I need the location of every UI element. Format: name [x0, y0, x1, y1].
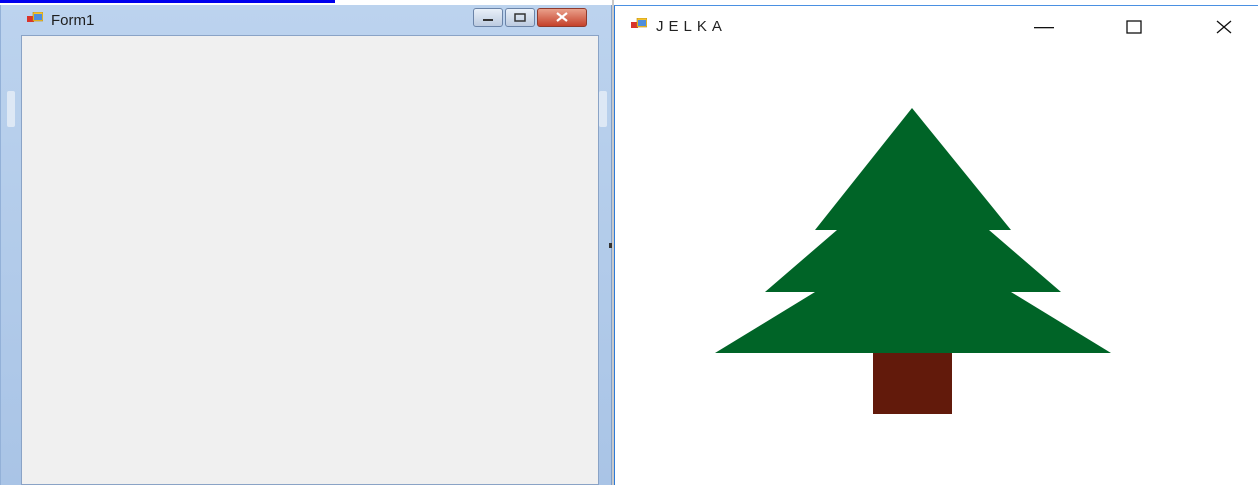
left-edge-handle [7, 91, 15, 127]
app-icon [27, 12, 43, 22]
minimize-icon [483, 9, 493, 27]
divider-marker [609, 243, 612, 248]
close-button[interactable] [1201, 12, 1247, 42]
app-icon [631, 18, 647, 28]
form1-titlebar[interactable]: Form1 [1, 5, 611, 35]
maximize-button[interactable] [505, 8, 535, 27]
right-edge-handle [599, 91, 607, 127]
minimize-icon [1034, 27, 1054, 29]
maximize-icon [1126, 20, 1142, 34]
form1-window: Form1 [0, 5, 612, 485]
minimize-button[interactable] [1021, 12, 1067, 42]
window-title: JELKA [656, 18, 727, 35]
form1-client-area[interactable] [21, 35, 599, 485]
tree-trunk [873, 352, 952, 414]
tree-bottom-tier [715, 292, 1111, 353]
close-button[interactable] [537, 8, 587, 27]
window-title: Form1 [51, 12, 95, 29]
minimize-button[interactable] [473, 8, 503, 27]
tree-middle-tier [765, 230, 1061, 292]
close-icon [555, 9, 569, 27]
underline-artifact [0, 0, 335, 3]
restore-icon [514, 9, 526, 27]
tree-top-tier [815, 108, 1011, 230]
jelka-window: JELKA [614, 5, 1258, 485]
maximize-button[interactable] [1111, 12, 1157, 42]
drawing-canvas [715, 108, 1111, 414]
close-icon [1216, 20, 1232, 34]
